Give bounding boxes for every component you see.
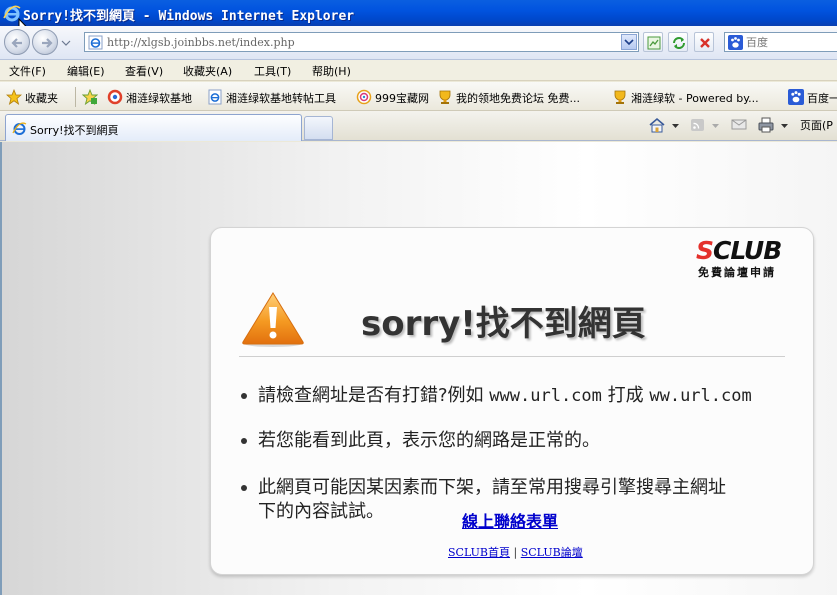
error-card: SCLUB 免費論壇申請 sorry!找不到網頁 請檢查網址是否有打錯?例如 w… — [210, 227, 814, 575]
recent-pages-chevron-icon[interactable] — [61, 38, 71, 48]
page-ie-icon — [208, 89, 222, 105]
page-content: SCLUB 免費論壇申請 sorry!找不到網頁 請檢查網址是否有打錯?例如 w… — [0, 142, 837, 595]
new-tab-button[interactable] — [304, 116, 333, 140]
menu-help[interactable]: 帮助(H) — [312, 63, 351, 79]
refresh-button[interactable] — [668, 32, 688, 52]
menu-view[interactable]: 查看(V) — [125, 63, 163, 79]
favorites-separator — [75, 87, 76, 107]
message-network-ok: 若您能看到此頁，表示您的網路是正常的。 — [258, 430, 600, 451]
stop-button[interactable] — [694, 32, 714, 52]
sclub-home-link[interactable]: SCLUB首頁 — [448, 546, 510, 559]
favorites-bar: 收藏夹 湘涟绿软基地 湘涟绿软基地转帖工具 999宝藏网 我的领地免费论坛 免费… — [0, 82, 837, 111]
add-favorite-button[interactable] — [82, 89, 100, 105]
bullet-icon — [241, 393, 247, 399]
feeds-button[interactable] — [690, 116, 706, 136]
bullet-icon — [241, 438, 247, 444]
title-bar[interactable]: Sorry!找不到網頁 - Windows Internet Explorer — [0, 0, 837, 26]
compatibility-view-button[interactable] — [643, 32, 663, 52]
bullet-icon — [241, 485, 247, 491]
page-ie-icon — [12, 122, 27, 135]
print-button[interactable] — [757, 116, 775, 136]
print-dropdown-icon[interactable] — [781, 124, 788, 128]
baidu-paw-icon — [788, 89, 804, 105]
sclub-logo[interactable]: SCLUB 免費論壇申請 — [696, 236, 800, 279]
refresh-icon — [673, 37, 685, 49]
favorites-label: 收藏夹 — [25, 92, 58, 105]
logo-slogan: 免費論壇申請 — [698, 266, 776, 279]
tab-bar: Sorry!找不到網頁 页面(P — [0, 111, 837, 141]
mail-icon — [731, 119, 747, 130]
menu-favorites[interactable]: 收藏夹(A) — [183, 63, 232, 79]
footer-links: SCLUB首頁 | SCLUB論壇 — [448, 544, 583, 560]
page-title: sorry!找不到網頁 — [361, 304, 646, 344]
contact-form-link[interactable]: 線上聯絡表單 — [462, 508, 558, 532]
trophy-icon — [614, 90, 626, 104]
site-swirl-icon — [356, 89, 372, 105]
printer-icon — [758, 117, 774, 133]
chevron-down-icon — [624, 39, 634, 46]
add-star-icon — [82, 89, 98, 105]
tab-sorry-page[interactable]: Sorry!找不到網頁 — [5, 114, 302, 141]
window-title: Sorry!找不到網頁 - Windows Internet Explorer — [23, 9, 355, 24]
site-ring-icon — [107, 89, 123, 105]
baidu-paw-icon — [728, 35, 743, 50]
menu-bar: 文件(F) 编辑(E) 查看(V) 收藏夹(A) 工具(T) 帮助(H) — [0, 60, 837, 81]
page-menu-button[interactable]: 页面(P — [800, 117, 833, 133]
page-ie-icon — [88, 35, 103, 50]
address-field[interactable] — [84, 32, 639, 52]
message-check-url: 請檢查網址是否有打錯?例如 www.url.com 打成 ww.url.com — [258, 385, 752, 406]
search-input[interactable] — [746, 34, 836, 50]
home-dropdown-icon[interactable] — [672, 124, 679, 128]
menu-tools[interactable]: 工具(T) — [254, 63, 291, 79]
home-button[interactable] — [648, 116, 666, 136]
menu-file[interactable]: 文件(F) — [9, 63, 46, 79]
close-icon — [700, 38, 710, 48]
read-mail-button[interactable] — [731, 116, 747, 136]
star-icon — [6, 89, 22, 105]
url-input[interactable] — [107, 34, 607, 50]
title-divider — [239, 356, 785, 357]
address-dropdown-button[interactable] — [621, 34, 637, 50]
footer-separator: | — [513, 546, 518, 559]
search-field[interactable] — [724, 32, 837, 52]
home-icon — [649, 117, 665, 133]
arrow-right-icon — [42, 38, 53, 48]
address-toolbar — [0, 26, 837, 60]
forward-button[interactable] — [32, 29, 58, 55]
rss-feed-icon — [691, 119, 704, 131]
tab-label: Sorry!找不到網頁 — [30, 124, 119, 137]
trophy-icon — [439, 90, 451, 104]
back-button[interactable] — [4, 29, 30, 55]
feeds-dropdown-icon[interactable] — [712, 124, 719, 128]
logo-brand: SCLUB — [696, 236, 782, 265]
sclub-forum-link[interactable]: SCLUB論壇 — [521, 546, 583, 559]
warning-icon — [242, 292, 304, 347]
menu-edit[interactable]: 编辑(E) — [67, 63, 105, 79]
page-broken-icon — [647, 36, 661, 50]
arrow-left-icon — [11, 38, 22, 48]
